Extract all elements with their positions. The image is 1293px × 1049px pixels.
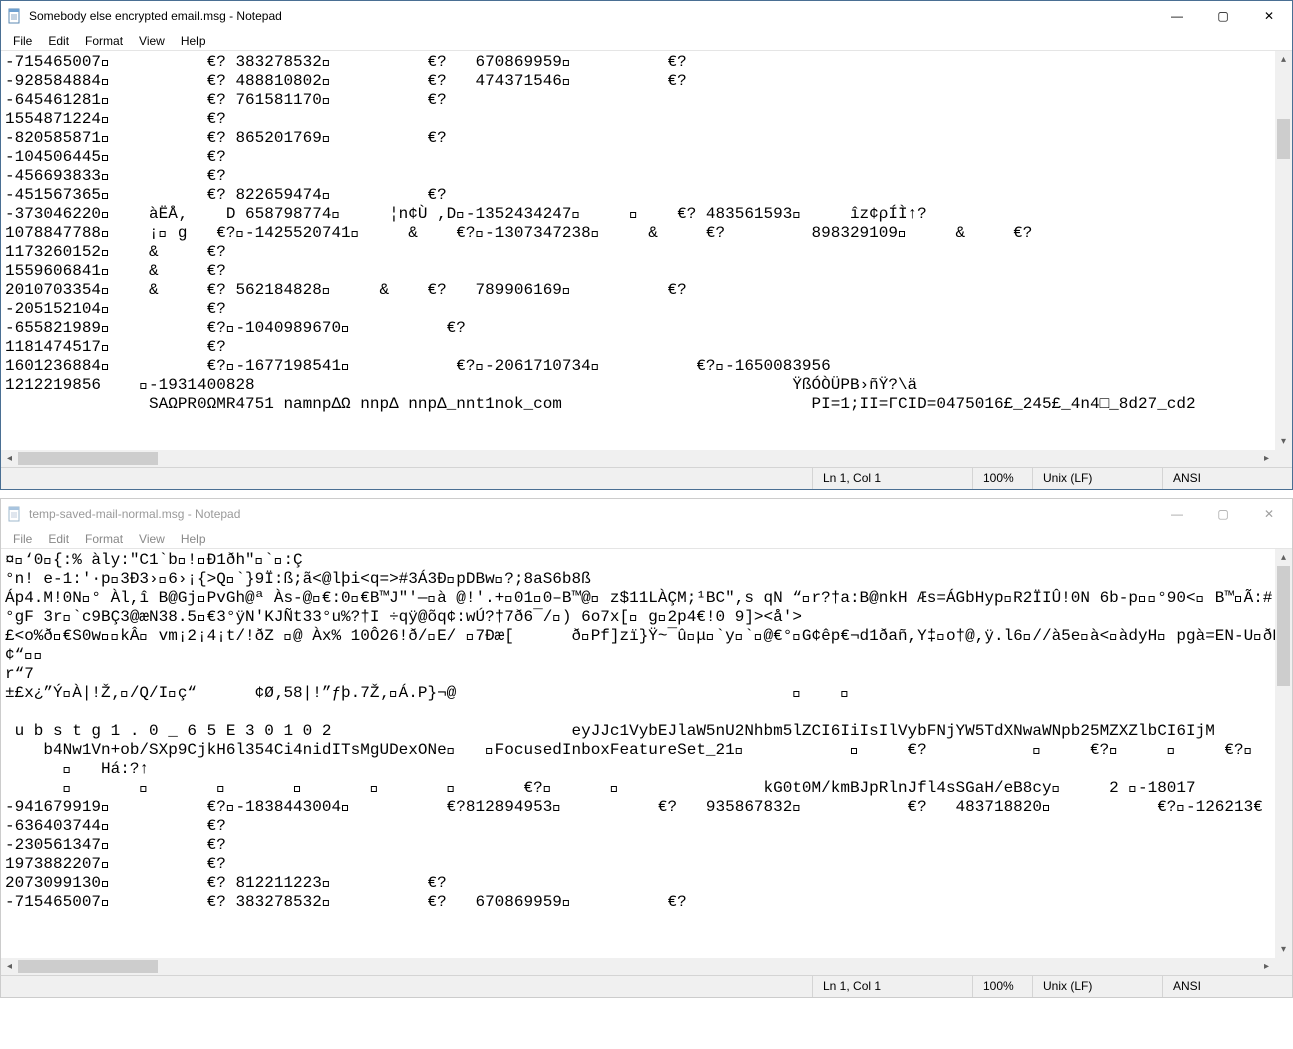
horizontal-scrollbar[interactable]: ◂ ▸ (1, 958, 1275, 975)
status-eol: Unix (LF) (1032, 468, 1162, 489)
scroll-corner (1275, 958, 1292, 975)
vertical-scrollbar[interactable]: ▴ ▾ (1275, 51, 1292, 450)
scroll-right-icon[interactable]: ▸ (1258, 450, 1275, 467)
scroll-down-icon[interactable]: ▾ (1275, 941, 1292, 958)
status-zoom: 100% (972, 468, 1032, 489)
close-button[interactable]: ✕ (1246, 499, 1292, 529)
scroll-left-icon[interactable]: ◂ (1, 958, 18, 975)
status-encoding: ANSI (1162, 468, 1292, 489)
statusbar: Ln 1, Col 1 100% Unix (LF) ANSI (1, 975, 1292, 997)
scroll-corner (1275, 450, 1292, 467)
notepad-window-bottom: temp-saved-mail-normal.msg - Notepad — ▢… (0, 498, 1293, 998)
vscroll-thumb[interactable] (1277, 119, 1290, 159)
notepad-window-top: Somebody else encrypted email.msg - Note… (0, 0, 1293, 490)
menubar: File Edit Format View Help (1, 31, 1292, 51)
titlebar[interactable]: temp-saved-mail-normal.msg - Notepad — ▢… (1, 499, 1292, 529)
menu-help[interactable]: Help (173, 32, 214, 50)
close-button[interactable]: ✕ (1246, 1, 1292, 31)
window-title: temp-saved-mail-normal.msg - Notepad (29, 507, 1154, 521)
statusbar: Ln 1, Col 1 100% Unix (LF) ANSI (1, 467, 1292, 489)
vscroll-thumb[interactable] (1277, 566, 1290, 686)
menu-format[interactable]: Format (77, 32, 131, 50)
menu-view[interactable]: View (131, 530, 173, 548)
status-encoding: ANSI (1162, 976, 1292, 997)
titlebar[interactable]: Somebody else encrypted email.msg - Note… (1, 1, 1292, 31)
menu-help[interactable]: Help (173, 530, 214, 548)
menubar: File Edit Format View Help (1, 529, 1292, 549)
status-position: Ln 1, Col 1 (812, 976, 972, 997)
scroll-right-icon[interactable]: ▸ (1258, 958, 1275, 975)
horizontal-scrollbar[interactable]: ◂ ▸ (1, 450, 1275, 467)
maximize-button[interactable]: ▢ (1200, 1, 1246, 31)
scroll-down-icon[interactable]: ▾ (1275, 433, 1292, 450)
minimize-button[interactable]: — (1154, 499, 1200, 529)
scroll-up-icon[interactable]: ▴ (1275, 51, 1292, 68)
editor-text[interactable]: ¤￿‘0￿{:% àly:"C1`b￿!￿Ð1ðh"￿`￿:Ç °n! e-1:… (1, 549, 1275, 958)
editor-area: -715465007￿ €? 383278532￿ €? 670869959￿ … (1, 51, 1292, 467)
menu-file[interactable]: File (5, 530, 40, 548)
scroll-left-icon[interactable]: ◂ (1, 450, 18, 467)
minimize-button[interactable]: — (1154, 1, 1200, 31)
menu-edit[interactable]: Edit (40, 530, 77, 548)
hscroll-thumb[interactable] (18, 452, 158, 465)
vertical-scrollbar[interactable]: ▴ ▾ (1275, 549, 1292, 958)
window-controls: — ▢ ✕ (1154, 499, 1292, 529)
editor-text[interactable]: -715465007￿ €? 383278532￿ €? 670869959￿ … (1, 51, 1275, 450)
menu-file[interactable]: File (5, 32, 40, 50)
status-zoom: 100% (972, 976, 1032, 997)
editor-area: ¤￿‘0￿{:% àly:"C1`b￿!￿Ð1ðh"￿`￿:Ç °n! e-1:… (1, 549, 1292, 975)
notepad-icon (7, 506, 23, 522)
status-eol: Unix (LF) (1032, 976, 1162, 997)
menu-format[interactable]: Format (77, 530, 131, 548)
window-controls: — ▢ ✕ (1154, 1, 1292, 31)
menu-view[interactable]: View (131, 32, 173, 50)
menu-edit[interactable]: Edit (40, 32, 77, 50)
maximize-button[interactable]: ▢ (1200, 499, 1246, 529)
status-position: Ln 1, Col 1 (812, 468, 972, 489)
window-title: Somebody else encrypted email.msg - Note… (29, 9, 1154, 23)
hscroll-thumb[interactable] (18, 960, 158, 973)
scroll-up-icon[interactable]: ▴ (1275, 549, 1292, 566)
notepad-icon (7, 8, 23, 24)
